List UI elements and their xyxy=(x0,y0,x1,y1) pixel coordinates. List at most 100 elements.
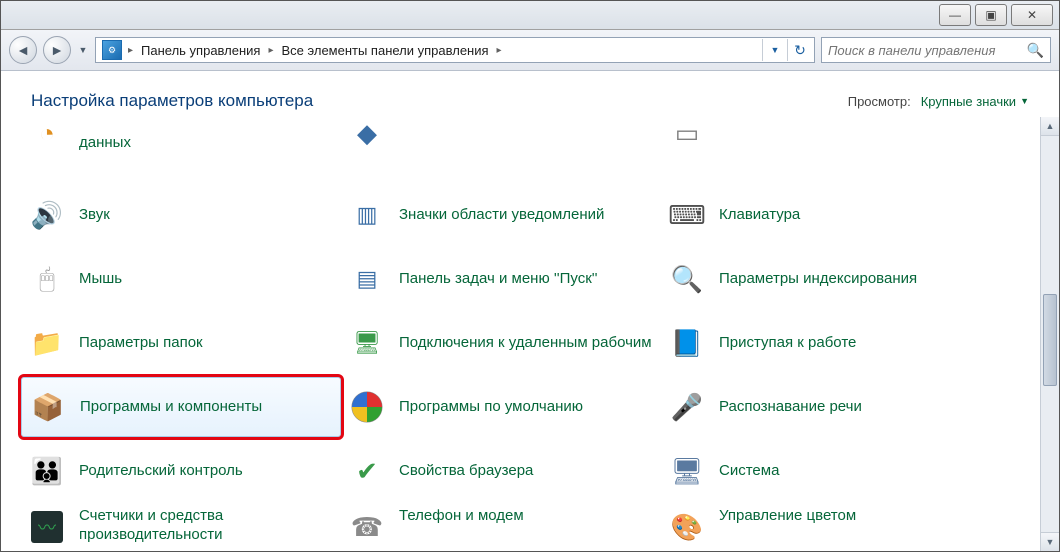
titlebar: — ▣ ✕ xyxy=(1,1,1059,30)
parental-icon: 👪 xyxy=(29,453,65,489)
chevron-down-icon: ▼ xyxy=(79,45,88,55)
sound-icon: 🔊 xyxy=(29,197,65,233)
getting-started-icon: 📘 xyxy=(669,325,705,361)
remote-icon: 🖥 xyxy=(349,325,385,361)
cp-item-generic[interactable]: ▭ xyxy=(661,121,981,155)
back-button[interactable]: ◄ xyxy=(9,36,37,64)
search-icon: 🔍 xyxy=(1025,42,1046,59)
cp-item-label: Подключения к удаленным рабочим xyxy=(399,334,652,353)
browser-icon: ✔ xyxy=(349,453,385,489)
close-button[interactable]: ✕ xyxy=(1011,4,1053,26)
folder-options-icon: 📁 xyxy=(29,325,65,361)
programs-icon: 📦 xyxy=(30,389,66,425)
chevron-down-icon: ▼ xyxy=(771,45,780,55)
cp-item-label: Свойства браузера xyxy=(399,462,533,481)
cp-item-sound[interactable]: 🔊 Звук xyxy=(21,185,341,245)
cp-item-generic[interactable]: ◆ xyxy=(341,121,661,155)
indexing-icon: 🔍 xyxy=(669,261,705,297)
cp-item-label: Управление цветом xyxy=(719,507,856,526)
cp-item-label: Панель задач и меню ''Пуск'' xyxy=(399,270,598,289)
arrow-right-icon: ► xyxy=(50,42,64,58)
refresh-icon: ↻ xyxy=(794,42,806,59)
minimize-button[interactable]: — xyxy=(939,4,971,26)
cp-item-data[interactable]: ◔ данных xyxy=(21,121,341,155)
scroll-thumb[interactable] xyxy=(1043,294,1057,386)
notification-icon: ▥ xyxy=(349,197,385,233)
items-grid: ◔ данных ◆ ▭ 🔊 Звук ▥ Значки области уве… xyxy=(1,117,1040,551)
system-icon: 🖥 xyxy=(669,453,705,489)
page-title: Настройка параметров компьютера xyxy=(31,91,313,111)
cp-item-label: Программы по умолчанию xyxy=(399,398,583,417)
cp-item-label: Приступая к работе xyxy=(719,334,856,353)
cp-item-label: Родительский контроль xyxy=(79,462,243,481)
breadcrumb-sep: ▸ xyxy=(126,45,135,56)
cp-item-taskbar[interactable]: ▤ Панель задач и меню ''Пуск'' xyxy=(341,249,661,309)
control-panel-window: — ▣ ✕ ◄ ► ▼ ⚙ ▸ Панель управления ▸ Все … xyxy=(0,0,1060,552)
performance-icon: 〰 xyxy=(31,511,63,543)
phone-icon: ☎ xyxy=(349,509,385,545)
view-value: Крупные значки xyxy=(921,94,1016,109)
cp-item-folder-options[interactable]: 📁 Параметры папок xyxy=(21,313,341,373)
cp-item-label: Мышь xyxy=(79,270,122,289)
nav-history-dropdown[interactable]: ▼ xyxy=(77,37,89,63)
address-dropdown-button[interactable]: ▼ xyxy=(762,39,787,61)
keyboard-icon: ⌨ xyxy=(669,197,705,233)
cp-item-browser[interactable]: ✔ Свойства браузера xyxy=(341,441,661,501)
view-label: Просмотр: xyxy=(848,94,911,109)
cp-item-getting-started[interactable]: 📘 Приступая к работе xyxy=(661,313,981,373)
taskbar-icon: ▤ xyxy=(349,261,385,297)
speech-icon: 🎤 xyxy=(669,389,705,425)
cp-item-label: Счетчики и средства производительности xyxy=(79,507,335,545)
scroll-down-button[interactable]: ▼ xyxy=(1041,532,1059,551)
search-input[interactable] xyxy=(826,42,1025,59)
view-dropdown[interactable]: Крупные значки ▼ xyxy=(921,94,1029,109)
arrow-left-icon: ◄ xyxy=(16,42,30,58)
refresh-button[interactable]: ↻ xyxy=(787,39,812,61)
scroll-up-button[interactable]: ▲ xyxy=(1041,117,1059,136)
cp-item-label: Параметры индексирования xyxy=(719,270,917,289)
defaults-icon xyxy=(349,389,385,425)
breadcrumb-sep: ▸ xyxy=(266,45,275,56)
breadcrumb-all-items[interactable]: Все элементы панели управления xyxy=(276,38,495,62)
navigation-bar: ◄ ► ▼ ⚙ ▸ Панель управления ▸ Все элемен… xyxy=(1,30,1059,71)
cp-item-notification[interactable]: ▥ Значки области уведомлений xyxy=(341,185,661,245)
chevron-down-icon: ▼ xyxy=(1046,537,1055,547)
cp-item-label: Система xyxy=(719,462,779,481)
cp-item-keyboard[interactable]: ⌨ Клавиатура xyxy=(661,185,981,245)
cp-item-color[interactable]: 🎨 Управление цветом xyxy=(661,505,981,551)
cp-item-default-programs[interactable]: Программы по умолчанию xyxy=(341,377,661,437)
cp-item-performance[interactable]: 〰 Счетчики и средства производительности xyxy=(21,505,341,551)
data-icon: ◔ xyxy=(29,121,65,151)
cp-item-indexing[interactable]: 🔍 Параметры индексирования xyxy=(661,249,981,309)
control-panel-icon: ⚙ xyxy=(102,40,122,60)
search-box[interactable]: 🔍 xyxy=(821,37,1051,63)
cp-item-label: Программы и компоненты xyxy=(80,398,262,417)
cp-item-label: Звук xyxy=(79,206,110,225)
vertical-scrollbar[interactable]: ▲ ▼ xyxy=(1040,117,1059,551)
cp-item-mouse[interactable]: 🖱 Мышь xyxy=(21,249,341,309)
breadcrumb-control-panel[interactable]: Панель управления xyxy=(135,38,266,62)
forward-button[interactable]: ► xyxy=(43,36,71,64)
color-icon: 🎨 xyxy=(669,509,705,545)
cp-item-phone[interactable]: ☎ Телефон и модем xyxy=(341,505,661,551)
scroll-track[interactable] xyxy=(1041,136,1059,532)
cp-item-parental[interactable]: 👪 Родительский контроль xyxy=(21,441,341,501)
cp-item-label: Значки области уведомлений xyxy=(399,206,604,225)
cp-item-label: данных xyxy=(79,134,131,153)
content-header: Настройка параметров компьютера Просмотр… xyxy=(1,71,1059,117)
cp-item-label: Параметры папок xyxy=(79,334,203,353)
maximize-button[interactable]: ▣ xyxy=(975,4,1007,26)
cp-item-programs-and-features[interactable]: 📦 Программы и компоненты xyxy=(21,377,341,437)
cp-item-label: Клавиатура xyxy=(719,206,800,225)
breadcrumb-sep: ▸ xyxy=(495,45,504,56)
chevron-down-icon: ▼ xyxy=(1020,96,1029,106)
content-scroll: ◔ данных ◆ ▭ 🔊 Звук ▥ Значки области уве… xyxy=(1,117,1059,551)
cp-item-system[interactable]: 🖥 Система xyxy=(661,441,981,501)
cp-item-remote[interactable]: 🖥 Подключения к удаленным рабочим xyxy=(341,313,661,373)
chevron-up-icon: ▲ xyxy=(1046,121,1055,131)
cp-item-speech[interactable]: 🎤 Распознавание речи xyxy=(661,377,981,437)
cp-item-label: Распознавание речи xyxy=(719,398,862,417)
address-bar[interactable]: ⚙ ▸ Панель управления ▸ Все элементы пан… xyxy=(95,37,815,63)
cp-item-label: Телефон и модем xyxy=(399,507,524,526)
generic-icon: ▭ xyxy=(669,121,705,151)
